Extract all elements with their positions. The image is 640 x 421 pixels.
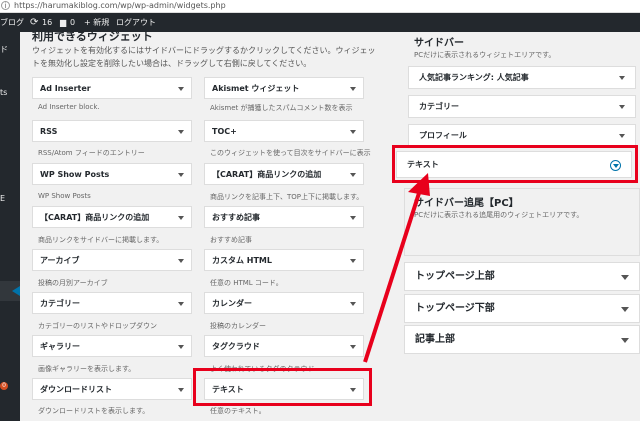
widget-title: カスタム HTML [212, 256, 272, 265]
area-top-page-lower[interactable]: トップページ下部 [404, 294, 640, 323]
active-indicator [12, 286, 20, 296]
sidebar-widget-category[interactable]: カテゴリー [408, 95, 636, 118]
update-badge: 0 [0, 382, 8, 390]
widget-wp-show-posts[interactable]: WP Show Posts [32, 163, 192, 185]
widget-title: RSS [40, 127, 58, 136]
widget-description: 商品リンクをサイドバーに掲載します。 [38, 236, 164, 244]
dropdown-arrow-icon[interactable] [619, 134, 625, 138]
dropdown-arrow-icon[interactable] [621, 275, 629, 280]
dropdown-arrow-icon[interactable] [178, 87, 184, 91]
widget-title: プロフィール [419, 131, 467, 140]
widget-description: ダウンロードリストを表示します。 [38, 407, 150, 415]
widget-description: WP Show Posts [38, 192, 91, 200]
widget-description: RSS/Atom フィードのエントリー [38, 149, 145, 157]
widget-category[interactable]: カテゴリー [32, 292, 192, 314]
widget-title: ギャラリー [40, 342, 80, 351]
dropdown-arrow-icon[interactable] [178, 173, 184, 177]
widget-description: 投稿のカレンダー [210, 322, 266, 330]
widget-title: WP Show Posts [40, 170, 110, 179]
dropdown-arrow-icon[interactable] [621, 338, 629, 343]
widget-description: Ad Inserter block. [38, 103, 100, 111]
widget-description: 任意の HTML コード。 [210, 279, 283, 287]
widget-description: おすすめ記事 [210, 236, 252, 244]
sidebar-widget-profile[interactable]: プロフィール [408, 124, 636, 147]
dropdown-arrow-icon[interactable] [621, 307, 629, 312]
widget-title: カテゴリー [40, 299, 80, 308]
browser-address-bar[interactable]: i https://harumakiblog.com/wp/wp-admin/w… [0, 0, 640, 13]
dropdown-arrow-icon[interactable] [350, 302, 356, 306]
widget-title: アーカイブ [40, 256, 80, 265]
url-text[interactable]: https://harumakiblog.com/wp/wp-admin/wid… [14, 0, 226, 12]
dropdown-arrow-icon[interactable] [350, 87, 356, 91]
area-title: トップページ下部 [415, 303, 495, 314]
sidebar-area-description: PCだけに表示されるウィジェトエリアです。 [414, 51, 556, 59]
dropdown-arrow-icon[interactable] [350, 259, 356, 263]
highlight-box-widget-text [193, 368, 372, 406]
sidebar-widget-popular-posts[interactable]: 人気記事ランキング: 人気記事 [408, 66, 636, 89]
dropdown-arrow-icon[interactable] [350, 345, 356, 349]
sidebar-item-e[interactable]: E [0, 194, 5, 203]
sidebar-area-title[interactable]: サイドバー [414, 34, 464, 49]
widget-archive[interactable]: アーカイブ [32, 249, 192, 271]
dropdown-arrow-icon[interactable] [350, 173, 356, 177]
widget-title: ダウンロードリスト [40, 385, 112, 394]
widget-title: 人気記事ランキング: 人気記事 [419, 73, 529, 82]
available-widgets-heading: 利用できるウィジェット [32, 30, 153, 43]
dropdown-arrow-icon[interactable] [350, 130, 356, 134]
sidebar-item-posts[interactable]: ts [0, 88, 7, 97]
widget-calendar[interactable]: カレンダー [204, 292, 364, 314]
dropdown-arrow-icon[interactable] [178, 388, 184, 392]
highlight-box-sidebar-text [392, 145, 638, 183]
widget-description: 投稿の月別アーカイブ [38, 279, 108, 287]
widget-gallery[interactable]: ギャラリー [32, 335, 192, 357]
widget-download-list[interactable]: ダウンロードリスト [32, 378, 192, 400]
widget-description: 商品リンクを記事上下、TOP上下に掲載します。 [210, 193, 364, 201]
widget-description: 任意のテキスト。 [210, 407, 266, 415]
info-icon[interactable]: i [1, 1, 10, 10]
area-top-page-upper[interactable]: トップページ上部 [404, 262, 640, 291]
dropdown-arrow-icon[interactable] [178, 216, 184, 220]
admin-bar-site[interactable]: ブログ [0, 13, 24, 32]
widget-title: 【CARAT】商品リンクの追加 [40, 213, 150, 222]
dropdown-arrow-icon[interactable] [619, 76, 625, 80]
widget-toc[interactable]: TOC+ [204, 120, 364, 142]
widget-title: 【CARAT】商品リンクの追加 [212, 170, 322, 179]
dropdown-arrow-icon[interactable] [178, 345, 184, 349]
widget-recommended[interactable]: おすすめ記事 [204, 206, 364, 228]
admin-sidebar: ド ts E 0 [0, 32, 20, 421]
widget-tag-cloud[interactable]: タグクラウド [204, 335, 364, 357]
widget-rss[interactable]: RSS [32, 120, 192, 142]
dropdown-arrow-icon[interactable] [178, 130, 184, 134]
sidebar-item-dashboard[interactable]: ド [0, 44, 8, 55]
widget-title: おすすめ記事 [212, 213, 260, 222]
widget-title: TOC+ [212, 127, 237, 136]
widget-description: このウィジェットを使って目次をサイドバーに表示 [210, 149, 371, 157]
widget-carat-link-sidebar[interactable]: 【CARAT】商品リンクの追加 [32, 206, 192, 228]
dropdown-arrow-icon[interactable] [178, 259, 184, 263]
widget-akismet[interactable]: Akismet ウィジェット [204, 77, 364, 99]
area-title: 記事上部 [415, 334, 455, 345]
area-article-top[interactable]: 記事上部 [404, 325, 640, 354]
dropdown-arrow-icon[interactable] [178, 302, 184, 306]
widget-title: Ad Inserter [40, 84, 91, 93]
widget-title: カレンダー [212, 299, 252, 308]
widget-custom-html[interactable]: カスタム HTML [204, 249, 364, 271]
widget-ad-inserter[interactable]: Ad Inserter [32, 77, 192, 99]
follow-area-box [404, 188, 640, 256]
widget-title: カテゴリー [419, 102, 459, 111]
widget-description: カテゴリーのリストやドロップダウン [38, 322, 157, 330]
area-title: トップページ上部 [415, 271, 495, 282]
widget-description: 画像ギャラリーを表示します。 [38, 365, 136, 373]
available-widgets-description: ウィジェットを有効化するにはサイドバーにドラッグするかクリックしてください。ウィ… [32, 46, 376, 68]
widget-description: Akismet が捕獲したスパムコメント数を表示 [210, 104, 353, 112]
widget-title: Akismet ウィジェット [212, 84, 300, 93]
widget-carat-link-top[interactable]: 【CARAT】商品リンクの追加 [204, 163, 364, 185]
dropdown-arrow-icon[interactable] [350, 216, 356, 220]
widget-title: タグクラウド [212, 342, 260, 351]
dropdown-arrow-icon[interactable] [619, 105, 625, 109]
